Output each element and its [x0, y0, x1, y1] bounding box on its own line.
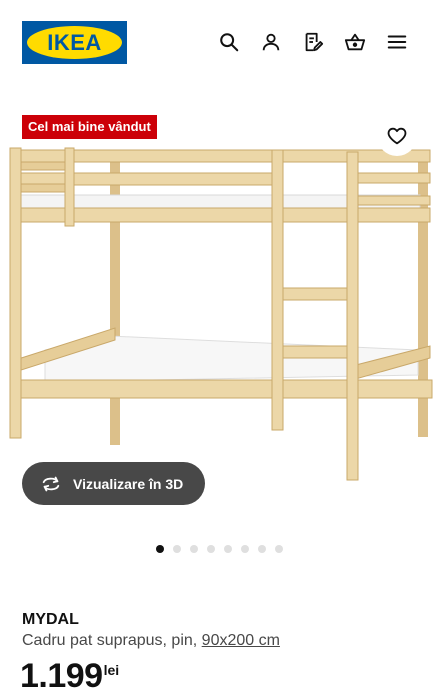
gallery-dot[interactable]	[173, 545, 181, 553]
product-image[interactable]	[0, 100, 439, 520]
view-3d-button[interactable]: Vizualizare în 3D	[22, 462, 205, 505]
user-icon[interactable]	[257, 28, 285, 56]
heart-icon	[387, 127, 407, 145]
logo-oval: IKEA	[27, 26, 122, 59]
gallery-dot[interactable]	[224, 545, 232, 553]
ikea-logo[interactable]: IKEA	[22, 21, 127, 64]
gallery-dot[interactable]	[275, 545, 283, 553]
view-3d-label: Vizualizare în 3D	[73, 475, 184, 492]
header: IKEA	[0, 0, 439, 86]
gallery-dot[interactable]	[258, 545, 266, 553]
favorite-button[interactable]	[377, 116, 417, 156]
price-value: 1.199	[20, 657, 103, 695]
price-currency: lei	[103, 662, 120, 678]
basket-icon[interactable]	[341, 28, 369, 56]
gallery-pagination	[156, 545, 283, 553]
gallery-dot[interactable]	[156, 545, 164, 553]
product-description-text: Cadru pat suprapus, pin,	[22, 632, 202, 649]
product-price: 1.199 lei	[20, 656, 119, 696]
gallery-dot[interactable]	[241, 545, 249, 553]
product-name: MYDAL	[22, 611, 79, 628]
search-icon[interactable]	[215, 28, 243, 56]
bestseller-badge: Cel mai bine vândut	[22, 115, 157, 139]
header-icons	[215, 28, 411, 56]
shopping-list-icon[interactable]	[299, 28, 327, 56]
gallery-dot[interactable]	[190, 545, 198, 553]
logo-text: IKEA	[47, 29, 102, 55]
menu-icon[interactable]	[383, 28, 411, 56]
rotate-3d-icon	[42, 476, 60, 491]
product-size-link[interactable]: 90x200 cm	[202, 632, 280, 649]
product-description: Cadru pat suprapus, pin, 90x200 cm	[22, 632, 280, 650]
gallery-dot[interactable]	[207, 545, 215, 553]
